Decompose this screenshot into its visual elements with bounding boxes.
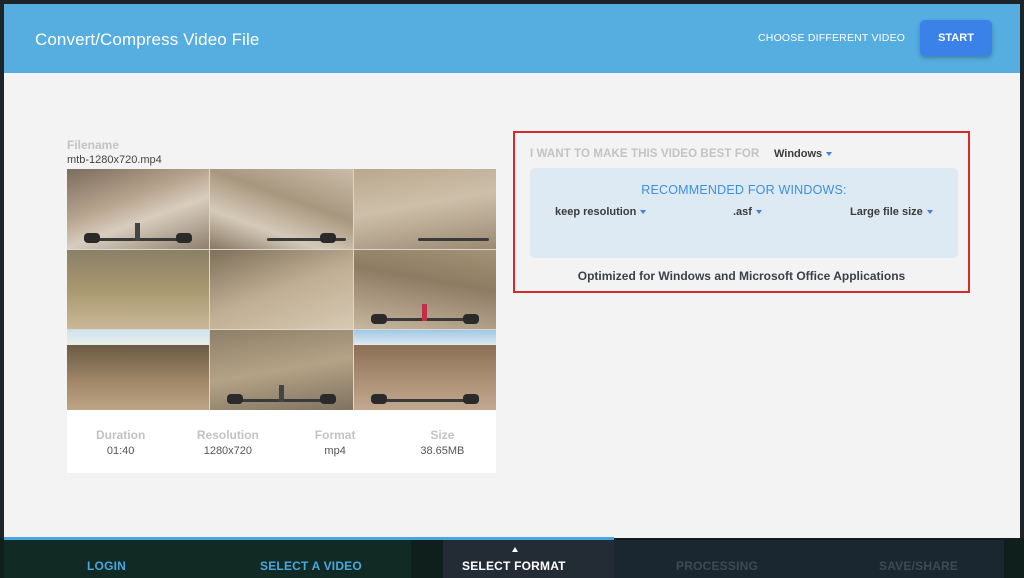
video-thumbnail-grid <box>67 169 496 410</box>
step-save-share[interactable]: SAVE/SHARE <box>879 559 958 573</box>
video-thumbnail <box>210 330 353 410</box>
choose-different-video-link[interactable]: CHOOSE DIFFERENT VIDEO <box>758 32 905 44</box>
meta-label: Size <box>430 428 455 442</box>
resolution-dropdown[interactable]: keep resolution <box>555 206 647 218</box>
recommendation-box: RECOMMENDED FOR WINDOWS: keep resolution… <box>530 168 958 258</box>
meta-value: 38.65MB <box>420 445 465 457</box>
resolution-stat: Resolution 1280x720 <box>174 410 281 473</box>
app-window: Convert/Compress Video File CHOOSE DIFFE… <box>4 4 1020 578</box>
target-dropdown[interactable]: Windows <box>774 148 833 160</box>
video-thumbnail <box>210 169 353 249</box>
chevron-down-icon <box>755 210 762 215</box>
video-thumbnail <box>353 169 496 249</box>
resolution-value: keep resolution <box>555 206 637 218</box>
size-dropdown[interactable]: Large file size <box>850 206 933 218</box>
recommendation-title: RECOMMENDED FOR WINDOWS: <box>641 183 847 197</box>
chevron-down-icon <box>640 210 647 215</box>
start-button[interactable]: START <box>920 20 992 56</box>
page-title: Convert/Compress Video File <box>35 30 260 49</box>
filename-value: mtb-1280x720.mp4 <box>67 154 162 166</box>
step-login[interactable]: LOGIN <box>87 559 126 573</box>
filename-label: Filename <box>67 138 120 152</box>
size-stat: Size 38.65MB <box>389 410 496 473</box>
video-thumbnail <box>353 249 496 330</box>
video-thumbnail <box>67 169 210 249</box>
meta-value: mp4 <box>324 445 346 457</box>
header-bar: Convert/Compress Video File CHOOSE DIFFE… <box>4 4 1020 73</box>
size-value: Large file size <box>850 206 923 218</box>
current-step-indicator-icon <box>512 547 518 552</box>
duration-stat: Duration 01:40 <box>67 410 174 473</box>
progress-bar <box>4 537 614 540</box>
meta-value: 1280x720 <box>203 445 253 457</box>
video-metadata: Duration 01:40 Resolution 1280x720 Forma… <box>67 410 496 473</box>
format-value: .asf <box>733 206 752 218</box>
format-panel: I WANT TO MAKE THIS VIDEO BEST FOR Windo… <box>513 131 970 293</box>
meta-label: Resolution <box>196 428 259 442</box>
video-thumbnail <box>67 249 210 330</box>
chevron-down-icon <box>826 152 833 157</box>
video-thumbnail <box>353 330 496 410</box>
format-stat: Format mp4 <box>282 410 389 473</box>
chevron-down-icon <box>926 210 933 215</box>
video-thumbnail <box>210 249 353 330</box>
video-thumbnail <box>67 330 210 410</box>
format-dropdown[interactable]: .asf <box>733 206 762 218</box>
meta-label: Duration <box>95 428 146 442</box>
meta-label: Format <box>314 428 356 442</box>
step-select-format[interactable]: SELECT FORMAT <box>462 559 566 573</box>
step-select-video[interactable]: SELECT A VIDEO <box>260 559 362 573</box>
target-prompt: I WANT TO MAKE THIS VIDEO BEST FOR <box>530 148 760 160</box>
optimization-note: Optimized for Windows and Microsoft Offi… <box>577 269 906 283</box>
step-processing[interactable]: PROCESSING <box>676 559 758 573</box>
target-value: Windows <box>774 148 823 160</box>
meta-value: 01:40 <box>106 445 135 457</box>
